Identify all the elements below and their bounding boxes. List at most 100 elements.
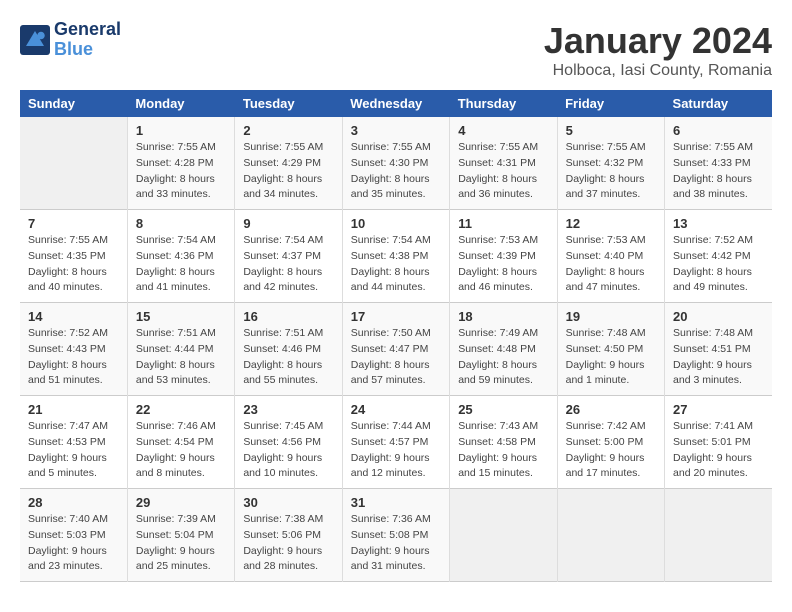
calendar-cell: 18 Sunrise: 7:49 AM Sunset: 4:48 PM Dayli… xyxy=(450,303,557,396)
header-cell-thursday: Thursday xyxy=(450,90,557,117)
day-number: 19 xyxy=(566,309,656,324)
calendar-cell: 17 Sunrise: 7:50 AM Sunset: 4:47 PM Dayli… xyxy=(342,303,449,396)
day-info: Sunrise: 7:55 AM Sunset: 4:31 PM Dayligh… xyxy=(458,140,548,203)
calendar-title: January 2024 xyxy=(544,20,772,62)
day-info: Sunrise: 7:52 AM Sunset: 4:43 PM Dayligh… xyxy=(28,326,119,389)
day-info: Sunrise: 7:36 AM Sunset: 5:08 PM Dayligh… xyxy=(351,512,441,575)
title-area: January 2024 Holboca, Iasi County, Roman… xyxy=(544,20,772,80)
day-number: 31 xyxy=(351,495,441,510)
day-number: 30 xyxy=(243,495,333,510)
calendar-cell: 1Sunrise: 7:55 AM Sunset: 4:28 PM Daylig… xyxy=(127,117,234,210)
day-info: Sunrise: 7:38 AM Sunset: 5:06 PM Dayligh… xyxy=(243,512,333,575)
day-number: 17 xyxy=(351,309,441,324)
header-cell-wednesday: Wednesday xyxy=(342,90,449,117)
calendar-cell: 22 Sunrise: 7:46 AM Sunset: 4:54 PM Dayli… xyxy=(127,396,234,489)
day-number: 20 xyxy=(673,309,764,324)
calendar-cell: 15 Sunrise: 7:51 AM Sunset: 4:44 PM Dayli… xyxy=(127,303,234,396)
calendar-cell: 2 Sunrise: 7:55 AM Sunset: 4:29 PM Daylig… xyxy=(235,117,342,210)
day-info: Sunrise: 7:52 AM Sunset: 4:42 PM Dayligh… xyxy=(673,233,764,296)
day-info: Sunrise: 7:43 AM Sunset: 4:58 PM Dayligh… xyxy=(458,419,548,482)
calendar-cell: 16Sunrise: 7:51 AM Sunset: 4:46 PM Dayli… xyxy=(235,303,342,396)
calendar-cell: 25 Sunrise: 7:43 AM Sunset: 4:58 PM Dayli… xyxy=(450,396,557,489)
day-info: Sunrise: 7:54 AM Sunset: 4:37 PM Dayligh… xyxy=(243,233,333,296)
calendar-table: SundayMondayTuesdayWednesdayThursdayFrid… xyxy=(20,90,772,582)
day-number: 13 xyxy=(673,216,764,231)
day-number: 14 xyxy=(28,309,119,324)
header-cell-sunday: Sunday xyxy=(20,90,127,117)
calendar-cell: 9Sunrise: 7:54 AM Sunset: 4:37 PM Daylig… xyxy=(235,210,342,303)
calendar-cell: 4 Sunrise: 7:55 AM Sunset: 4:31 PM Daylig… xyxy=(450,117,557,210)
day-number: 10 xyxy=(351,216,441,231)
day-number: 4 xyxy=(458,123,548,138)
calendar-cell: 20 Sunrise: 7:48 AM Sunset: 4:51 PM Dayli… xyxy=(665,303,772,396)
header: General Blue January 2024 Holboca, Iasi … xyxy=(20,20,772,80)
day-info: Sunrise: 7:54 AM Sunset: 4:36 PM Dayligh… xyxy=(136,233,226,296)
calendar-cell: 12 Sunrise: 7:53 AM Sunset: 4:40 PM Dayli… xyxy=(557,210,664,303)
day-number: 24 xyxy=(351,402,441,417)
logo-icon xyxy=(20,25,50,55)
calendar-cell xyxy=(450,489,557,582)
day-info: Sunrise: 7:51 AM Sunset: 4:44 PM Dayligh… xyxy=(136,326,226,389)
calendar-cell: 27Sunrise: 7:41 AM Sunset: 5:01 PM Dayli… xyxy=(665,396,772,489)
day-info: Sunrise: 7:53 AM Sunset: 4:39 PM Dayligh… xyxy=(458,233,548,296)
calendar-cell: 5Sunrise: 7:55 AM Sunset: 4:32 PM Daylig… xyxy=(557,117,664,210)
calendar-cell: 19 Sunrise: 7:48 AM Sunset: 4:50 PM Dayli… xyxy=(557,303,664,396)
day-number: 28 xyxy=(28,495,119,510)
calendar-cell: 13 Sunrise: 7:52 AM Sunset: 4:42 PM Dayli… xyxy=(665,210,772,303)
day-info: Sunrise: 7:55 AM Sunset: 4:35 PM Dayligh… xyxy=(28,233,119,296)
day-number: 12 xyxy=(566,216,656,231)
day-info: Sunrise: 7:44 AM Sunset: 4:57 PM Dayligh… xyxy=(351,419,441,482)
calendar-header-row: SundayMondayTuesdayWednesdayThursdayFrid… xyxy=(20,90,772,117)
day-info: Sunrise: 7:55 AM Sunset: 4:30 PM Dayligh… xyxy=(351,140,441,203)
day-info: Sunrise: 7:49 AM Sunset: 4:48 PM Dayligh… xyxy=(458,326,548,389)
calendar-cell xyxy=(665,489,772,582)
day-number: 18 xyxy=(458,309,548,324)
day-info: Sunrise: 7:48 AM Sunset: 4:50 PM Dayligh… xyxy=(566,326,656,389)
day-number: 27 xyxy=(673,402,764,417)
week-row-2: 7 Sunrise: 7:55 AM Sunset: 4:35 PM Daylig… xyxy=(20,210,772,303)
logo-line1: General xyxy=(54,20,121,40)
day-number: 23 xyxy=(243,402,333,417)
day-number: 1 xyxy=(136,123,226,138)
calendar-cell: 31 Sunrise: 7:36 AM Sunset: 5:08 PM Dayli… xyxy=(342,489,449,582)
day-info: Sunrise: 7:55 AM Sunset: 4:29 PM Dayligh… xyxy=(243,140,333,203)
header-cell-saturday: Saturday xyxy=(665,90,772,117)
calendar-cell: 3Sunrise: 7:55 AM Sunset: 4:30 PM Daylig… xyxy=(342,117,449,210)
day-info: Sunrise: 7:47 AM Sunset: 4:53 PM Dayligh… xyxy=(28,419,119,482)
day-number: 26 xyxy=(566,402,656,417)
day-number: 2 xyxy=(243,123,333,138)
day-info: Sunrise: 7:39 AM Sunset: 5:04 PM Dayligh… xyxy=(136,512,226,575)
day-number: 15 xyxy=(136,309,226,324)
day-info: Sunrise: 7:48 AM Sunset: 4:51 PM Dayligh… xyxy=(673,326,764,389)
day-info: Sunrise: 7:42 AM Sunset: 5:00 PM Dayligh… xyxy=(566,419,656,482)
day-info: Sunrise: 7:53 AM Sunset: 4:40 PM Dayligh… xyxy=(566,233,656,296)
calendar-cell: 6Sunrise: 7:55 AM Sunset: 4:33 PM Daylig… xyxy=(665,117,772,210)
calendar-cell: 30 Sunrise: 7:38 AM Sunset: 5:06 PM Dayli… xyxy=(235,489,342,582)
day-number: 8 xyxy=(136,216,226,231)
calendar-cell: 24 Sunrise: 7:44 AM Sunset: 4:57 PM Dayli… xyxy=(342,396,449,489)
week-row-5: 28Sunrise: 7:40 AM Sunset: 5:03 PM Dayli… xyxy=(20,489,772,582)
header-cell-monday: Monday xyxy=(127,90,234,117)
day-number: 11 xyxy=(458,216,548,231)
day-info: Sunrise: 7:45 AM Sunset: 4:56 PM Dayligh… xyxy=(243,419,333,482)
calendar-subtitle: Holboca, Iasi County, Romania xyxy=(544,62,772,80)
day-number: 25 xyxy=(458,402,548,417)
day-info: Sunrise: 7:50 AM Sunset: 4:47 PM Dayligh… xyxy=(351,326,441,389)
week-row-1: 1Sunrise: 7:55 AM Sunset: 4:28 PM Daylig… xyxy=(20,117,772,210)
calendar-cell: 26 Sunrise: 7:42 AM Sunset: 5:00 PM Dayli… xyxy=(557,396,664,489)
day-number: 7 xyxy=(28,216,119,231)
header-cell-friday: Friday xyxy=(557,90,664,117)
logo-line2: Blue xyxy=(54,40,121,60)
day-info: Sunrise: 7:54 AM Sunset: 4:38 PM Dayligh… xyxy=(351,233,441,296)
calendar-cell: 14 Sunrise: 7:52 AM Sunset: 4:43 PM Dayli… xyxy=(20,303,127,396)
day-number: 16 xyxy=(243,309,333,324)
week-row-4: 21 Sunrise: 7:47 AM Sunset: 4:53 PM Dayli… xyxy=(20,396,772,489)
day-number: 21 xyxy=(28,402,119,417)
day-number: 22 xyxy=(136,402,226,417)
day-info: Sunrise: 7:46 AM Sunset: 4:54 PM Dayligh… xyxy=(136,419,226,482)
calendar-cell: 23 Sunrise: 7:45 AM Sunset: 4:56 PM Dayli… xyxy=(235,396,342,489)
header-cell-tuesday: Tuesday xyxy=(235,90,342,117)
logo: General Blue xyxy=(20,20,121,60)
calendar-cell: 8 Sunrise: 7:54 AM Sunset: 4:36 PM Daylig… xyxy=(127,210,234,303)
day-number: 29 xyxy=(136,495,226,510)
